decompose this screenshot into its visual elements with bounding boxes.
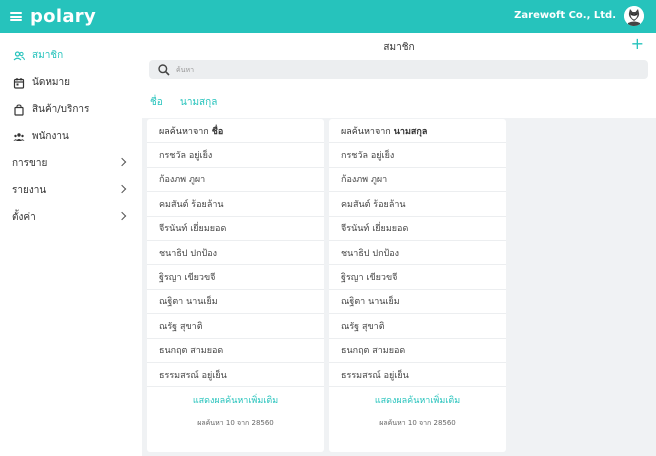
bag-icon [14, 103, 24, 116]
chevron-right-icon [117, 184, 127, 194]
list-item[interactable]: กรชวัล อยู่เย็ง [329, 143, 506, 168]
tab-first-name[interactable]: ชื่อ [150, 95, 163, 110]
list-item[interactable]: กรชวัล อยู่เย็ง [147, 143, 324, 168]
list-item[interactable]: จีรนันท์ เยี่ยมยอด [329, 217, 506, 241]
sidebar-item-sales[interactable]: การขาย [0, 150, 142, 177]
list-item[interactable]: ธนกฤต สามยอด [147, 339, 324, 363]
list-item[interactable]: ธรรมสรณ์ อยู่เย็น [147, 363, 324, 388]
chevron-right-icon [117, 157, 127, 167]
sidebar-item-settings[interactable]: ตั้งค่า [0, 204, 142, 231]
sidebar-item-members[interactable]: สมาชิก [0, 42, 142, 69]
chevron-right-icon [117, 211, 127, 221]
sidebar-item-products[interactable]: สินค้า/บริการ [0, 96, 142, 123]
show-more-link[interactable]: แสดงผลค้นหาเพิ่มเติม [329, 387, 506, 412]
search-field-tabs: ชื่อ นามสกุล [142, 85, 656, 118]
calendar-icon [13, 77, 25, 89]
list-item[interactable]: ธนกฤต สามยอด [329, 339, 506, 363]
list-item[interactable]: ก้องภพ ภูผา [147, 168, 324, 193]
add-member-button[interactable]: + [631, 36, 644, 52]
sidebar-item-label: พนักงาน [32, 131, 69, 142]
sidebar-item-label: สมาชิก [32, 50, 64, 61]
results-card-first-name: ผลค้นหาจาก ชื่อ กรชวัล อยู่เย็ง ก้องภพ ภู… [147, 119, 324, 452]
search-box[interactable] [149, 60, 648, 79]
sidebar-item-appointments[interactable]: นัดหมาย [0, 69, 142, 96]
results-count: ผลค้นหา 10 จาก 28560 [197, 418, 274, 427]
list-item[interactable]: ชนาธิป ปกป้อง [147, 241, 324, 266]
list-item[interactable]: ธรรมสรณ์ อยู่เย็น [329, 363, 506, 388]
list-item[interactable]: ณฐิตา นานเย็ม [147, 290, 324, 315]
list-item[interactable]: จีรนันท์ เยี่ยมยอด [147, 217, 324, 241]
list-item[interactable]: ณฐิตา นานเย็ม [329, 290, 506, 315]
results-heading: ผลค้นหาจาก ชื่อ [147, 119, 324, 144]
staff-icon [13, 132, 25, 141]
list-item[interactable]: คมสันต์ ร้อยล้าน [147, 192, 324, 217]
list-item[interactable]: คมสันต์ ร้อยล้าน [329, 192, 506, 217]
search-row [142, 59, 656, 85]
sidebar-item-label: การขาย [12, 158, 48, 169]
sidebar: สมาชิก นัดหมาย สินค้า/บริการ พนักงาน การ… [0, 33, 142, 456]
sidebar-item-label: นัดหมาย [32, 77, 70, 88]
list-item[interactable]: ก้องภพ ภูผา [329, 168, 506, 193]
avatar[interactable] [624, 6, 644, 26]
list-item[interactable]: ณรัฐ สุขาติ [147, 314, 324, 339]
cat-avatar-icon [624, 6, 644, 26]
tab-last-name[interactable]: นามสกุล [180, 95, 217, 110]
search-input[interactable] [176, 65, 476, 74]
sidebar-item-label: รายงาน [12, 185, 47, 196]
results-heading-field: นามสกุล [393, 126, 428, 137]
company-name[interactable]: Zarewoft Co., Ltd. [514, 10, 616, 21]
main-content: สมาชิก + ชื่อ นามสกุล ผลค้นหาจากชื่อ กรช… [142, 33, 656, 456]
app-logo[interactable]: polary [30, 6, 96, 27]
search-icon [158, 63, 170, 76]
top-bar: polary Zarewoft Co., Ltd. [0, 0, 656, 33]
page-header: สมาชิก + [142, 33, 656, 59]
results-heading-field: ชื่อ [211, 126, 224, 137]
results-heading-prefix: ผลค้นหาจาก [341, 126, 391, 137]
show-more-link[interactable]: แสดงผลค้นหาเพิ่มเติม [147, 387, 324, 412]
list-item[interactable]: ฐิรญา เขียวขจี [147, 265, 324, 290]
sidebar-item-label: สินค้า/บริการ [32, 104, 90, 115]
results-card-last-name: ผลค้นหาจาก นามสกุล กรชวัล อยู่เย็ง ก้องภพ… [329, 119, 506, 452]
page-title: สมาชิก [383, 42, 415, 53]
hamburger-menu-icon[interactable] [10, 12, 22, 21]
members-icon [13, 50, 25, 60]
results-count: ผลค้นหา 10 จาก 28560 [379, 418, 456, 427]
results-heading-prefix: ผลค้นหาจาก [159, 126, 209, 137]
sidebar-item-staff[interactable]: พนักงาน [0, 123, 142, 150]
list-item[interactable]: ณรัฐ สุขาติ [329, 314, 506, 339]
list-item[interactable]: ชนาธิป ปกป้อง [329, 241, 506, 266]
results-heading: ผลค้นหาจาก นามสกุล [329, 119, 506, 144]
list-item[interactable]: ฐิรญา เขียวขจี [329, 265, 506, 290]
sidebar-item-reports[interactable]: รายงาน [0, 177, 142, 204]
sidebar-item-label: ตั้งค่า [12, 212, 36, 223]
